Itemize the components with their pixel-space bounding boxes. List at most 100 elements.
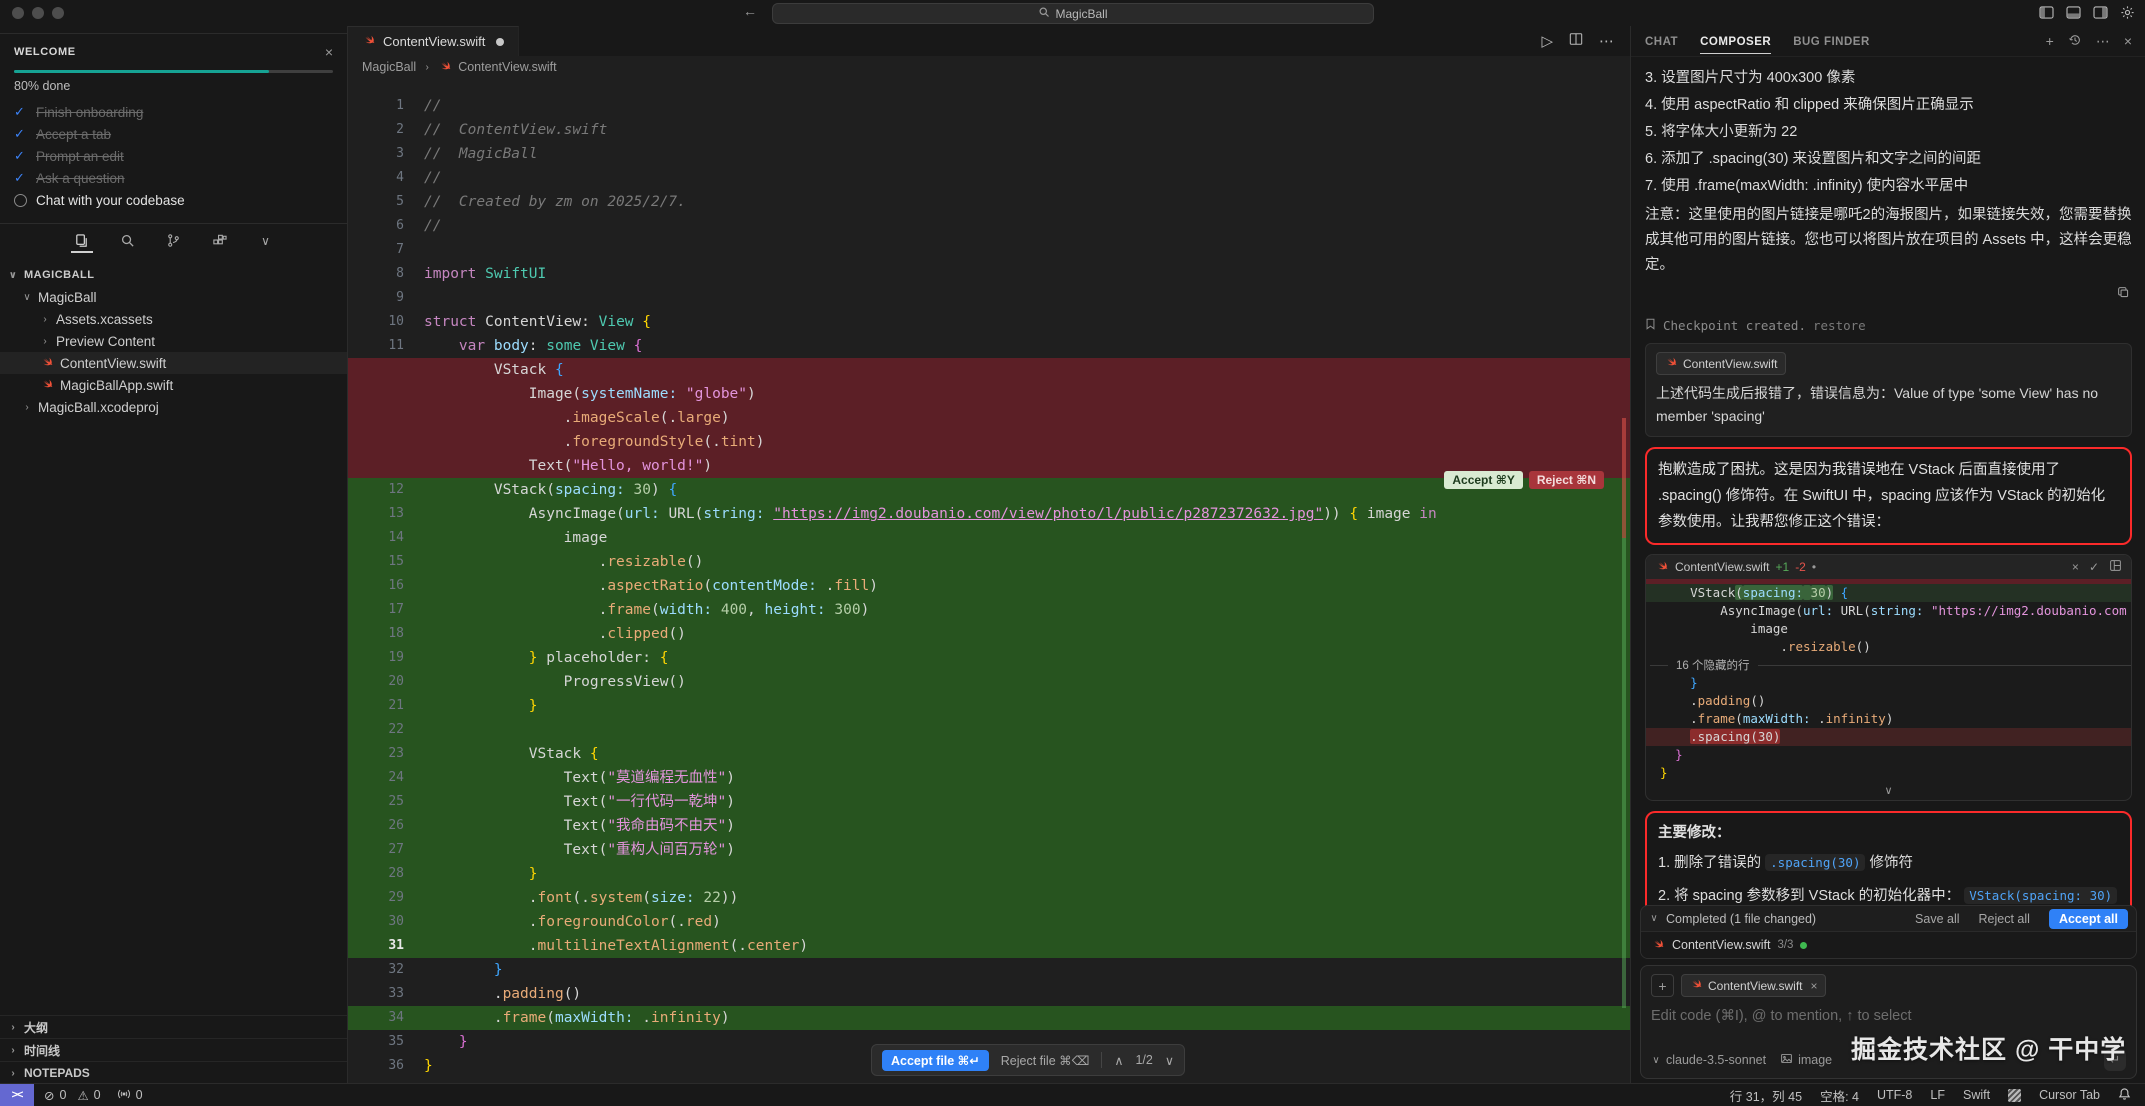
- welcome-task[interactable]: ✓Prompt an edit: [14, 145, 333, 167]
- checkpoint-restore-link[interactable]: restore: [1813, 318, 1866, 333]
- problems-indicator[interactable]: ⊘0 ⚠0: [44, 1088, 101, 1103]
- minimize-traffic-light[interactable]: [32, 7, 44, 19]
- open-in-editor-icon[interactable]: [2109, 559, 2122, 575]
- reject-file-button[interactable]: Reject file ⌘⌫: [1001, 1053, 1090, 1068]
- code-editor[interactable]: 1//2// ContentView.swift3// MagicBall4//…: [348, 78, 1630, 1084]
- tree-item-magicballapp-swift[interactable]: MagicBallApp.swift: [0, 374, 347, 396]
- more-options-icon[interactable]: ⋯: [2096, 33, 2110, 50]
- remove-chip-icon[interactable]: ×: [1811, 979, 1818, 993]
- accept-all-button[interactable]: Accept all: [2049, 909, 2128, 929]
- tree-item-magicball-xcodeproj[interactable]: ›MagicBall.xcodeproj: [0, 396, 347, 418]
- search-icon[interactable]: [117, 233, 139, 253]
- code-line: VStack {: [348, 358, 1630, 382]
- status-item[interactable]: Swift: [1963, 1088, 1990, 1102]
- next-diff-icon[interactable]: ∨: [1165, 1053, 1174, 1068]
- remote-indicator[interactable]: ><: [0, 1084, 34, 1106]
- command-search-box[interactable]: MagicBall: [772, 3, 1374, 24]
- broadcast-indicator[interactable]: 0: [117, 1088, 143, 1103]
- watermark: 掘金技术社区 @ 干中学: [1851, 1030, 2126, 1066]
- reject-change-icon[interactable]: ×: [2072, 560, 2079, 574]
- welcome-task-label: Ask a question: [36, 171, 125, 186]
- copy-message-icon[interactable]: [2117, 286, 2130, 304]
- gear-icon[interactable]: [2120, 5, 2135, 20]
- line-number: 6: [348, 214, 424, 238]
- user-message-card: ContentView.swift 上述代码生成后报错了，错误信息为：Value…: [1645, 343, 2132, 437]
- expand-code-chevron-icon[interactable]: ∨: [1646, 784, 2131, 800]
- code-line: 22: [348, 718, 1630, 742]
- reject-diff-button[interactable]: Reject ⌘N: [1529, 471, 1604, 489]
- code-line: 17 .frame(width: 400, height: 300): [348, 598, 1630, 622]
- save-all-button[interactable]: Save all: [1915, 912, 1959, 926]
- welcome-task[interactable]: ✓Ask a question: [14, 167, 333, 189]
- code-line: 28 }: [348, 862, 1630, 886]
- chevron-down-icon[interactable]: ∨: [1649, 913, 1659, 924]
- breadcrumb-file[interactable]: ContentView.swift: [458, 60, 556, 74]
- run-button[interactable]: ▷: [1541, 32, 1553, 50]
- chat-scroll-area[interactable]: 3. 设置图片尺寸为 400x300 像素4. 使用 aspectRatio 和…: [1631, 57, 2145, 933]
- accept-file-button[interactable]: Accept file ⌘↵: [882, 1050, 989, 1071]
- tab-bug-finder[interactable]: BUG FINDER: [1793, 29, 1870, 54]
- changed-file-row[interactable]: ContentView.swift 3/3: [1641, 931, 2136, 958]
- close-icon[interactable]: ×: [325, 44, 333, 60]
- add-context-button[interactable]: +: [1651, 974, 1674, 997]
- toggle-right-panel-icon[interactable]: [2093, 6, 2108, 19]
- tree-item-preview-content[interactable]: ›Preview Content: [0, 330, 347, 352]
- toggle-bottom-panel-icon[interactable]: [2066, 6, 2081, 19]
- status-item[interactable]: UTF-8: [1877, 1088, 1912, 1102]
- diff-file-bar: Accept file ⌘↵ Reject file ⌘⌫ ∧ 1/2 ∨: [871, 1044, 1185, 1076]
- tree-item-contentview-swift[interactable]: ContentView.swift: [0, 352, 347, 374]
- annotation-box-reply: 抱歉造成了困扰。这是因为我错误地在 VStack 后面直接使用了 .spacin…: [1645, 447, 2132, 545]
- split-editor-icon[interactable]: [1569, 32, 1583, 50]
- more-actions-icon[interactable]: ⋯: [1599, 32, 1614, 50]
- toggle-left-panel-icon[interactable]: [2039, 6, 2054, 19]
- model-selector[interactable]: ∨ claude-3.5-sonnet: [1651, 1053, 1766, 1067]
- section-时间线[interactable]: ›时间线: [0, 1038, 347, 1061]
- welcome-task[interactable]: ✓Accept a tab: [14, 123, 333, 145]
- context-file-chip[interactable]: ContentView.swift ×: [1681, 974, 1826, 997]
- files-icon[interactable]: [71, 233, 93, 253]
- hidden-lines-divider[interactable]: 16 个隐藏的行: [1646, 656, 2131, 674]
- line-number: 3: [348, 142, 424, 166]
- code-line: Image(systemName: "globe"): [348, 382, 1630, 406]
- chevron-down-icon[interactable]: ∨: [255, 234, 277, 253]
- status-item[interactable]: Cursor Tab: [2039, 1088, 2100, 1102]
- status-item[interactable]: 空格: 4: [1820, 1086, 1859, 1105]
- welcome-task-label: Finish onboarding: [36, 105, 143, 120]
- file-chip[interactable]: ContentView.swift: [1656, 352, 1786, 375]
- back-arrow-icon[interactable]: ←: [740, 3, 760, 19]
- new-chat-icon[interactable]: +: [2046, 33, 2054, 49]
- code-line: VStack(spacing: 30) {: [1646, 584, 2131, 602]
- explorer-root-header[interactable]: ∨ MAGICBALL: [0, 264, 347, 286]
- tab-contentview-swift[interactable]: ContentView.swift: [348, 26, 519, 56]
- section-notepads[interactable]: ›NOTEPADS: [0, 1061, 347, 1084]
- close-panel-icon[interactable]: ×: [2124, 33, 2132, 49]
- source-control-icon[interactable]: [163, 233, 185, 253]
- attach-image-button[interactable]: image: [1780, 1052, 1832, 1068]
- assistant-note: 注意：这里使用的图片链接是哪吒2的海报图片，如果链接失效，您需要替换成其他可用的…: [1645, 203, 2132, 278]
- close-traffic-light[interactable]: [12, 7, 24, 19]
- section-大纲[interactable]: ›大纲: [0, 1015, 347, 1038]
- extensions-icon[interactable]: [209, 233, 231, 253]
- tab-chat[interactable]: CHAT: [1645, 29, 1678, 54]
- radio-circle-icon: [14, 194, 27, 207]
- chevron-right-icon: ›: [8, 1045, 18, 1056]
- reject-all-button[interactable]: Reject all: [1979, 912, 2030, 926]
- tree-item-assets-xcassets[interactable]: ›Assets.xcassets: [0, 308, 347, 330]
- history-icon[interactable]: [2068, 33, 2082, 50]
- line-number: 33: [348, 982, 424, 1006]
- status-item[interactable]: 行 31，列 45: [1730, 1086, 1802, 1105]
- breadcrumb[interactable]: MagicBall › ContentView.swift: [348, 56, 1630, 78]
- breadcrumb-folder[interactable]: MagicBall: [362, 60, 416, 74]
- accept-change-icon[interactable]: ✓: [2089, 560, 2099, 574]
- prev-diff-icon[interactable]: ∧: [1114, 1053, 1123, 1068]
- welcome-task[interactable]: Chat with your codebase: [14, 189, 333, 211]
- accept-diff-button[interactable]: Accept ⌘Y: [1444, 471, 1522, 489]
- formatter-icon[interactable]: [2008, 1089, 2021, 1102]
- welcome-task[interactable]: ✓Finish onboarding: [14, 101, 333, 123]
- bell-icon[interactable]: [2118, 1087, 2131, 1104]
- tree-item-magicball[interactable]: ∨MagicBall: [0, 286, 347, 308]
- tab-composer[interactable]: COMPOSER: [1700, 29, 1771, 54]
- status-item[interactable]: LF: [1930, 1088, 1945, 1102]
- zoom-traffic-light[interactable]: [52, 7, 64, 19]
- user-message-text: 上述代码生成后报错了，错误信息为：Value of type 'some Vie…: [1656, 382, 2121, 428]
